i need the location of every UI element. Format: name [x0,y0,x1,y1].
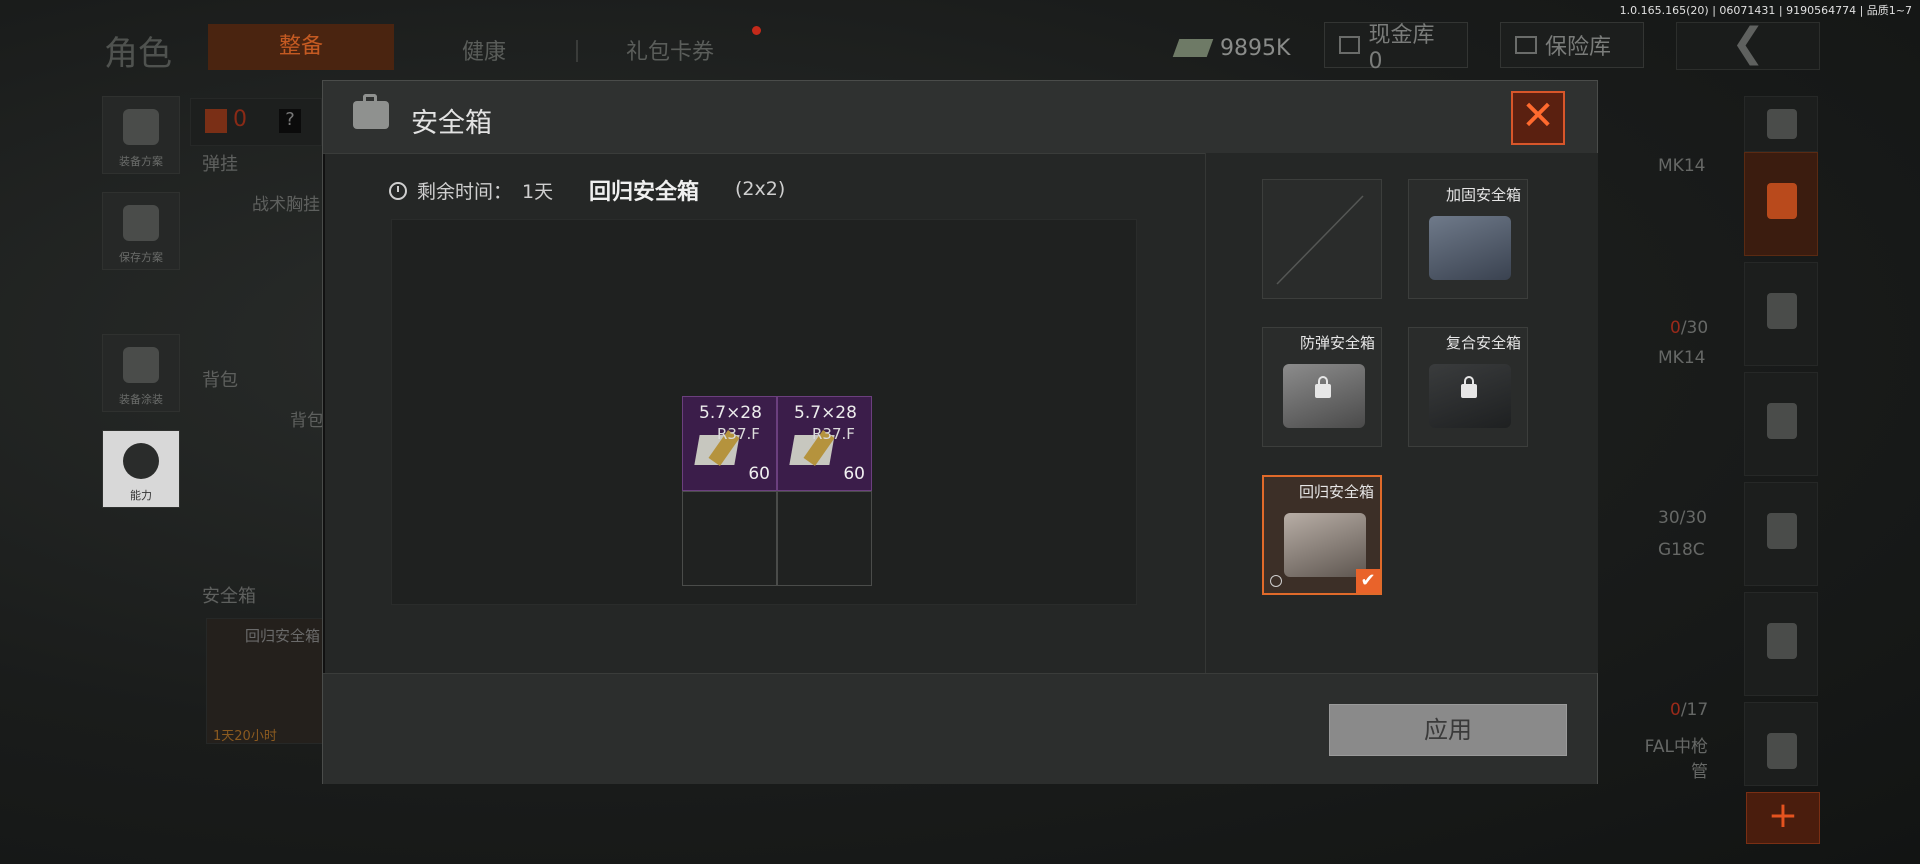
case-image [1284,513,1366,577]
ammo-code: R37.F [717,425,760,443]
add-button[interactable]: + [1746,792,1820,844]
page-title: 角色 [104,34,172,74]
timer-icon [1270,575,1282,587]
vest-icon [205,109,227,133]
chevron-left-icon: ❮ [1731,20,1765,66]
lock-icon [1315,376,1331,398]
case-option-name: 回归安全箱 [1298,483,1374,501]
ammo-caliber: 5.7×28 [794,403,857,423]
remaining-time-value: 1天 [522,181,554,203]
backpack-item[interactable]: 背包 [290,406,324,431]
case-option-reinforced[interactable]: 加固安全箱 [1408,179,1528,299]
empty-slash-icon [1276,195,1364,285]
weapon-ammo: 0/30 [1670,318,1709,338]
rail-magazine[interactable] [1744,482,1818,586]
ammo-code: R37.F [812,425,855,443]
cash-vault-label: 现金库 0 [1368,22,1435,74]
rail-refresh[interactable] [1744,96,1818,152]
chest-rig-heading: 弹挂 [202,154,238,175]
checkmark-icon: ✔ [1356,569,1380,593]
cash-icon [1172,39,1214,57]
remaining-time-label: 剩余时间： [417,181,513,203]
case-option-bulletproof[interactable]: 防弹安全箱 [1262,327,1382,447]
rail-rifle[interactable] [1744,372,1818,476]
dialog-title: 安全箱 [411,108,492,139]
weapon-name: G18C [1658,540,1705,560]
ammo-caliber: 5.7×28 [699,403,762,423]
money-display: 9895K [1172,28,1291,68]
case-size: (2x2) [735,178,786,200]
rail-knife[interactable] [1744,592,1818,696]
tab-gift-vouchers[interactable]: 礼包卡券 [626,34,714,66]
dialog-header: 安全箱 ✕ [323,81,1597,154]
safe-box-heading: 安全箱 [202,586,256,607]
tab-equipment[interactable]: 整备 [208,24,394,70]
rail-gear[interactable] [1744,702,1818,786]
weapon-ammo: 30/30 [1658,508,1707,528]
magazine-icon [1767,513,1797,549]
notification-dot [752,26,761,35]
layers-icon [1767,183,1797,219]
tab-health[interactable]: 健康 [462,34,506,66]
help-icon[interactable]: ? [279,109,301,133]
case-option-name: 复合安全箱 [1445,334,1521,352]
lock-icon [1461,376,1477,398]
safe-vault-label: 保险库 [1545,35,1612,60]
nav-save-plan[interactable]: 保存方案 [102,192,180,270]
version-text: 1.0.165.165(20) | 06071431 | 9190564774 … [1619,4,1912,17]
armor-icon [1767,733,1797,769]
case-slot-empty [1262,179,1382,299]
apply-button[interactable]: 应用 [1329,704,1567,756]
close-icon: ✕ [1521,93,1555,139]
close-button[interactable]: ✕ [1511,91,1565,145]
equipped-safe-box[interactable]: 回归安全箱 1天20小时 [206,618,324,744]
case-image [1429,216,1511,280]
knife-icon [1767,623,1797,659]
download-icon [123,205,159,241]
case-option-name: 加固安全箱 [1445,186,1521,204]
case-option-composite[interactable]: 复合安全箱 [1408,327,1528,447]
ammo-count: 60 [843,464,865,484]
nav-ability[interactable]: 能力 [102,430,180,508]
remaining-time: 剩余时间： 1天 [389,177,553,204]
grid-slot-empty[interactable] [682,491,777,586]
rifle-icon [1767,403,1797,439]
nav-equipment-skin[interactable]: 装备涂装 [102,334,180,412]
weapon-name: MK14 [1658,348,1706,368]
clock-icon [389,181,407,200]
case-name: 回归安全箱 [589,180,700,205]
weapon-name: FAL中枪管 [1644,737,1708,782]
chest-rig-item[interactable]: 战术胸挂 [252,190,320,215]
rail-grenade[interactable] [1744,262,1818,366]
money-amount: 9895K [1220,35,1291,61]
safe-box-dialog: 安全箱 ✕ 剩余时间： 1天 回归安全箱 (2x2) 5.7×28 R37.F … [322,80,1598,784]
dialog-footer: 应用 [323,673,1597,784]
rail-layers[interactable] [1744,152,1818,256]
vault-icon [1339,36,1361,54]
lightning-icon [123,443,159,479]
nav-equipment-plan[interactable]: 装备方案 [102,96,180,174]
back-button[interactable]: ❮ [1676,22,1820,70]
grid-slot[interactable]: 5.7×28 R37.F 60 [777,396,872,491]
grid-slot[interactable]: 5.7×28 R37.F 60 [682,396,777,491]
refresh-icon [1767,109,1797,139]
weapon-ammo: 0/17 [1670,700,1709,720]
case-option-return[interactable]: 回归安全箱 ✔ [1262,475,1382,595]
helmet-icon [123,347,159,383]
grenade-icon [1767,293,1797,329]
safe-icon [1515,36,1537,54]
storage-grid-area: 5.7×28 R37.F 60 5.7×28 R37.F 60 [391,219,1137,605]
tab-divider [576,40,578,62]
case-selector: 加固安全箱 防弹安全箱 复合安全箱 回归安全箱 ✔ [1205,153,1598,673]
safe-vault-button[interactable]: 保险库 [1500,22,1644,68]
cash-vault-button[interactable]: 现金库 0 [1324,22,1468,74]
ammo-count: 60 [748,464,770,484]
case-option-name: 防弹安全箱 [1299,334,1375,352]
grid-slot-empty[interactable] [777,491,872,586]
backpack-heading: 背包 [202,370,238,391]
vest-status: 0 ? [190,98,322,146]
briefcase-icon [353,94,389,129]
backpack-icon [123,109,159,145]
weapon-name: MK14 [1658,156,1706,176]
